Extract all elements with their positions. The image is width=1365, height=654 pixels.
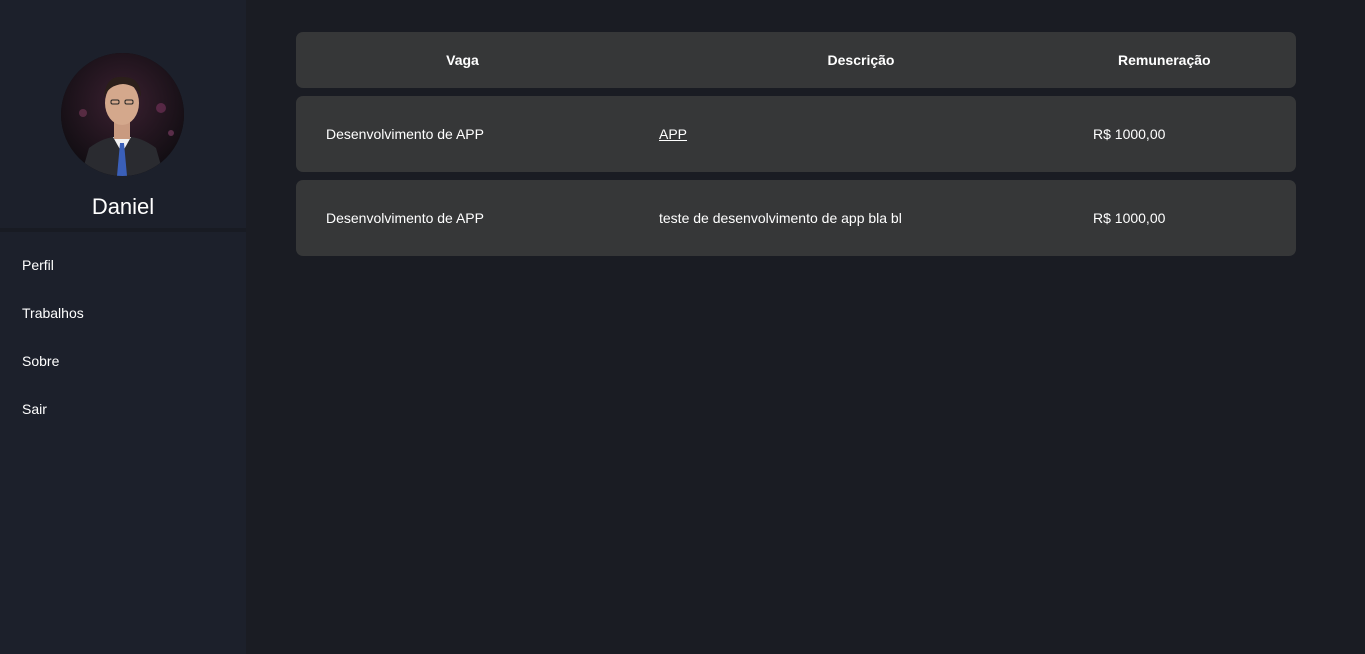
sidebar-item-label: Perfil bbox=[22, 257, 54, 274]
avatar[interactable] bbox=[61, 53, 184, 176]
jobs-table: Vaga Descrição Remuneração Desenvolvimen… bbox=[296, 32, 1296, 256]
sidebar-item-sobre[interactable]: Sobre bbox=[0, 328, 246, 376]
cell-descricao: APP bbox=[629, 126, 1093, 142]
avatar-photo bbox=[61, 53, 184, 176]
sidebar-item-trabalhos[interactable]: Trabalhos bbox=[0, 280, 246, 328]
sidebar-item-perfil[interactable]: Perfil bbox=[0, 232, 246, 280]
table-header-row: Vaga Descrição Remuneração bbox=[296, 32, 1296, 88]
cell-remuneracao: R$ 1000,00 bbox=[1093, 126, 1166, 142]
sidebar-item-sair[interactable]: Sair bbox=[0, 376, 246, 424]
sidebar-item-label: Sobre bbox=[22, 353, 60, 370]
column-header-remuneracao: Remuneração bbox=[1118, 52, 1211, 68]
sidebar-item-label: Trabalhos bbox=[22, 305, 84, 322]
cell-remuneracao: R$ 1000,00 bbox=[1093, 210, 1166, 226]
sidebar-item-label: Sair bbox=[22, 401, 47, 418]
table-row[interactable]: Desenvolvimento de APP APP R$ 1000,00 bbox=[296, 96, 1296, 172]
table-row[interactable]: Desenvolvimento de APP teste de desenvol… bbox=[296, 180, 1296, 256]
cell-vaga: Desenvolvimento de APP bbox=[326, 210, 484, 226]
sidebar-nav: Perfil Trabalhos Sobre Sair bbox=[0, 232, 246, 424]
descricao-link[interactable]: APP bbox=[659, 126, 687, 142]
cell-descricao: teste de desenvolvimento de app bla bl bbox=[659, 210, 902, 226]
main-content: Vaga Descrição Remuneração Desenvolvimen… bbox=[246, 0, 1365, 654]
column-header-vaga: Vaga bbox=[446, 52, 479, 68]
profile-section: Daniel bbox=[0, 0, 246, 232]
user-name: Daniel bbox=[91, 194, 155, 219]
cell-vaga: Desenvolvimento de APP bbox=[326, 126, 484, 142]
sidebar: Daniel Perfil Trabalhos Sobre Sair bbox=[0, 0, 246, 654]
column-header-descricao: Descrição bbox=[827, 52, 895, 68]
app: Daniel Perfil Trabalhos Sobre Sair Vaga … bbox=[0, 0, 1365, 654]
